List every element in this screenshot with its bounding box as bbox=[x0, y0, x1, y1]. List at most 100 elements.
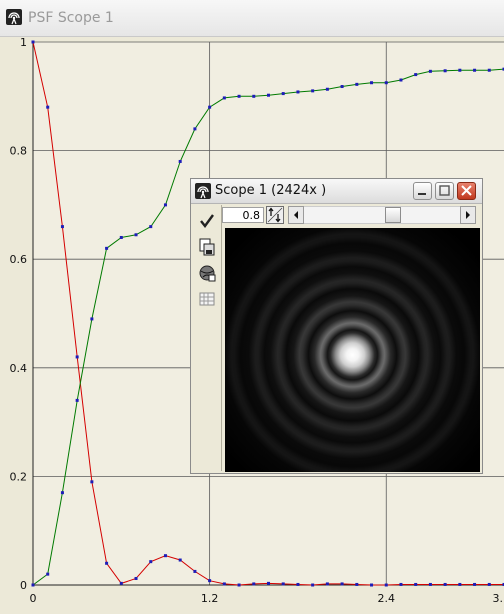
data-point bbox=[46, 105, 50, 109]
psf-image-view[interactable] bbox=[225, 228, 480, 472]
data-point bbox=[370, 583, 374, 587]
save-icon[interactable] bbox=[197, 237, 217, 257]
minimize-icon bbox=[418, 193, 426, 195]
psf-scope-window: PSF Scope 1 0 0.2 0.4 0.6 0.8 1 0 1.2 2.4 3. Scop… bbox=[0, 0, 504, 614]
data-point bbox=[267, 581, 270, 585]
data-point bbox=[222, 96, 226, 100]
zoom-spinner[interactable] bbox=[266, 206, 284, 224]
data-point bbox=[75, 398, 79, 402]
data-point bbox=[281, 582, 285, 586]
arrow-right-icon bbox=[466, 211, 470, 219]
scope-window-title: Scope 1 (2424x ) bbox=[215, 183, 327, 198]
data-point bbox=[75, 355, 79, 359]
data-point bbox=[105, 246, 109, 250]
data-point bbox=[193, 569, 197, 573]
x-tick-label: 0 bbox=[30, 592, 37, 605]
scroll-track[interactable] bbox=[304, 206, 460, 224]
y-tick-label: 0.8 bbox=[10, 145, 28, 158]
data-point bbox=[428, 69, 432, 73]
maximize-icon bbox=[439, 185, 450, 196]
data-point bbox=[325, 582, 329, 586]
data-point bbox=[237, 583, 241, 587]
maximize-button[interactable] bbox=[435, 182, 454, 200]
checkmark-icon[interactable] bbox=[197, 211, 217, 231]
data-point bbox=[325, 87, 329, 91]
data-point bbox=[60, 491, 64, 495]
data-point bbox=[222, 582, 226, 586]
close-icon bbox=[461, 185, 472, 196]
data-point bbox=[90, 317, 94, 321]
scroll-thumb[interactable] bbox=[385, 207, 402, 223]
data-point bbox=[355, 582, 359, 586]
data-point bbox=[340, 85, 344, 89]
data-point bbox=[60, 225, 64, 229]
data-point bbox=[384, 583, 388, 587]
main-titlebar[interactable]: PSF Scope 1 bbox=[0, 0, 504, 37]
zoom-slider[interactable] bbox=[288, 206, 476, 224]
data-point bbox=[46, 572, 50, 576]
arrow-left-icon bbox=[294, 211, 298, 219]
close-button[interactable] bbox=[457, 182, 476, 200]
data-point bbox=[208, 579, 212, 583]
data-point bbox=[443, 69, 447, 73]
data-point bbox=[281, 92, 285, 96]
x-tick-label: 1.2 bbox=[201, 592, 219, 605]
y-tick-label: 0.2 bbox=[10, 470, 28, 483]
data-point bbox=[178, 159, 182, 163]
data-point bbox=[134, 233, 138, 237]
data-point bbox=[296, 582, 300, 586]
data-point bbox=[487, 68, 491, 72]
y-tick-label: 0.4 bbox=[10, 362, 28, 375]
data-point bbox=[208, 105, 212, 109]
window-title: PSF Scope 1 bbox=[28, 10, 114, 26]
data-point bbox=[487, 582, 491, 586]
antenna-icon bbox=[195, 183, 211, 199]
data-point bbox=[134, 576, 138, 580]
data-point bbox=[149, 225, 153, 229]
data-point bbox=[414, 582, 418, 586]
data-point bbox=[443, 582, 447, 586]
scope-toolbar bbox=[193, 205, 222, 471]
minimize-button[interactable] bbox=[413, 182, 432, 200]
data-point bbox=[119, 581, 123, 585]
data-point bbox=[399, 78, 403, 82]
data-point bbox=[178, 558, 182, 562]
x-tick-label: 2.4 bbox=[378, 592, 396, 605]
data-point bbox=[473, 68, 477, 72]
data-point bbox=[311, 583, 315, 587]
y-tick-label: 1 bbox=[20, 36, 27, 49]
data-point bbox=[252, 582, 256, 586]
data-point bbox=[296, 90, 300, 94]
y-tick-label: 0 bbox=[20, 579, 27, 592]
scope-window[interactable]: Scope 1 (2424x ) bbox=[190, 178, 483, 474]
data-point bbox=[428, 582, 432, 586]
data-point bbox=[355, 82, 359, 86]
data-point bbox=[414, 73, 418, 77]
data-point bbox=[384, 81, 388, 85]
zoom-input[interactable] bbox=[222, 207, 264, 223]
data-point bbox=[163, 203, 167, 207]
data-point bbox=[237, 94, 241, 98]
data-point bbox=[370, 81, 374, 85]
data-point bbox=[267, 93, 270, 97]
y-tick-label: 0.6 bbox=[10, 253, 28, 266]
data-point bbox=[31, 583, 35, 587]
data-point bbox=[252, 94, 256, 98]
x-tick-label: 3. bbox=[493, 592, 504, 605]
data-point bbox=[149, 560, 153, 564]
scroll-right-button[interactable] bbox=[460, 206, 476, 224]
data-point bbox=[31, 40, 35, 44]
data-point bbox=[119, 235, 123, 239]
data-point bbox=[399, 582, 403, 586]
data-point bbox=[193, 127, 197, 131]
data-point bbox=[105, 561, 109, 565]
data-point bbox=[90, 480, 94, 484]
globe-icon[interactable] bbox=[197, 263, 217, 283]
grid-icon[interactable] bbox=[197, 289, 217, 309]
data-point bbox=[340, 582, 344, 586]
scope-titlebar[interactable]: Scope 1 (2424x ) bbox=[191, 179, 482, 204]
data-point bbox=[473, 582, 477, 586]
data-point bbox=[163, 554, 167, 558]
scroll-left-button[interactable] bbox=[288, 206, 304, 224]
data-point bbox=[458, 68, 462, 72]
